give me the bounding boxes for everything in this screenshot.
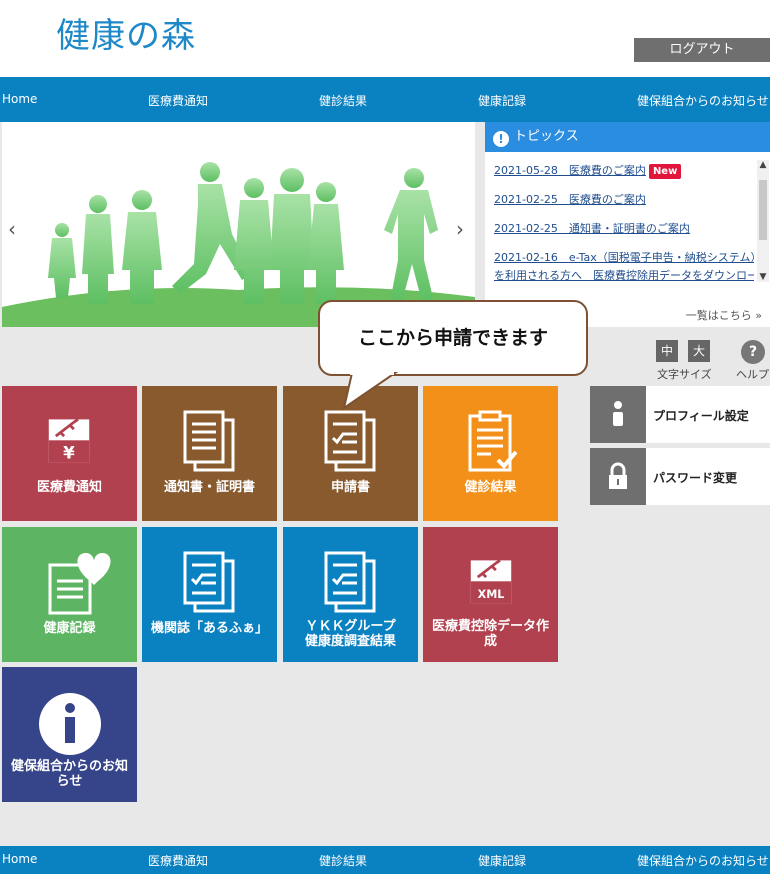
tile-label: 申請書 <box>330 480 370 495</box>
tile-kenpo-notices[interactable]: 健保組合からのお知 らせ <box>2 667 137 802</box>
xml-icon-text: XML <box>478 588 505 601</box>
carousel-prev-icon[interactable]: ‹ <box>8 217 16 241</box>
password-change-label: パスワード変更 <box>653 471 738 485</box>
footer-nav-health-record[interactable]: 健康記録 <box>478 852 526 869</box>
tile-deduction-data[interactable]: XML 医療費控除データ作 成 <box>423 527 558 662</box>
topics-list[interactable]: 2021-05-28 医療費のご案内 New 2021-02-25 医療費のご案内… <box>494 164 754 284</box>
tile-label: 機関誌「あるふぁ」 <box>150 621 268 636</box>
medical-yen-icon: ¥ <box>48 418 90 463</box>
survey-icon <box>324 551 376 613</box>
tile-label: ＹＫＫグループ <box>305 619 396 634</box>
family-silhouette-image <box>2 162 475 327</box>
magazine-icon <box>183 551 235 613</box>
footer-nav-home[interactable]: Home <box>2 852 37 866</box>
logout-button[interactable]: ログアウト <box>634 38 770 62</box>
profile-settings-button[interactable]: プロフィール設定 <box>590 386 770 443</box>
heart-record-icon <box>48 553 111 615</box>
header: 健康の森 ログアウト <box>0 0 770 77</box>
tile-medical-notice[interactable]: ¥ 医療費通知 <box>2 386 137 521</box>
topics-panel: ! トピックス 2021-05-28 医療費のご案内 New 2021-02-25 … <box>485 122 770 327</box>
clipboard-check-icon <box>468 410 518 472</box>
nav-health-record[interactable]: 健康記録 <box>478 92 526 109</box>
nav-medical-notice[interactable]: 医療費通知 <box>148 92 208 109</box>
profile-settings-label: プロフィール設定 <box>653 409 749 423</box>
topic-item-text[interactable]: 2021-02-16 e-Tax（国税電子申告・納税システム） <box>494 251 754 265</box>
help-label[interactable]: ヘルプ <box>736 366 769 382</box>
font-size-medium-button[interactable]: 中 <box>656 340 678 362</box>
info-icon <box>39 693 101 755</box>
tile-magazine[interactable]: 機関誌「あるふぁ」 <box>142 527 277 662</box>
tile-label: 健康記録 <box>43 621 96 636</box>
password-change-button[interactable]: パスワード変更 <box>590 448 770 505</box>
topic-item-text-line2[interactable]: を利用される方へ 医療費控除用データをダウンロード <box>494 269 754 283</box>
site-logo[interactable]: 健康の森 <box>56 8 196 57</box>
scroll-up-icon[interactable]: ▲ <box>757 160 769 170</box>
tile-health-record[interactable]: 健康記録 <box>2 527 137 662</box>
exclamation-icon: ! <box>493 131 509 147</box>
topics-header: ! トピックス <box>485 122 770 152</box>
hero-carousel[interactable]: ‹ › <box>2 122 475 327</box>
topics-scrollbar[interactable]: ▲ ▼ <box>757 160 769 282</box>
topics-title: トピックス <box>514 129 579 144</box>
new-badge: New <box>648 164 682 179</box>
font-size-label: 文字サイズ <box>657 368 712 381</box>
tile-checkup-results[interactable]: 健診結果 <box>423 386 558 521</box>
tile-label-line2: 成 <box>483 634 497 649</box>
topic-item[interactable]: 2021-02-25 通知書・証明書のご案内 <box>494 222 754 251</box>
topics-more-label[interactable]: 一覧はこちら <box>686 309 752 322</box>
global-nav: Home 医療費通知 健診結果 健康記録 健保組合からのお知らせ <box>0 77 770 122</box>
tile-notices-certificates[interactable]: 通知書・証明書 <box>142 386 277 521</box>
tile-label: 医療費控除データ作 <box>431 619 549 634</box>
topic-item-text[interactable]: 2021-02-25 医療費のご案内 <box>494 193 646 206</box>
tile-application[interactable]: 申請書 <box>283 386 418 521</box>
footer-nav-medical-notice[interactable]: 医療費通知 <box>148 852 208 869</box>
topic-item-text[interactable]: 2021-02-25 通知書・証明書のご案内 <box>494 222 690 235</box>
footer-nav-notices[interactable]: 健保組合からのお知らせ <box>637 852 769 869</box>
callout-text: ここから申請できます <box>357 327 548 349</box>
help-icon[interactable]: ? <box>741 340 765 364</box>
topic-item-text[interactable]: 2021-05-28 医療費のご案内 <box>494 164 646 177</box>
xml-file-icon: XML <box>470 559 512 604</box>
tile-label-line2: らせ <box>56 774 83 789</box>
font-size-large-button[interactable]: 大 <box>688 340 710 362</box>
nav-notices[interactable]: 健保組合からのお知らせ <box>637 92 769 109</box>
tile-label: 通知書・証明書 <box>163 480 255 495</box>
topic-item[interactable]: 2021-02-16 e-Tax（国税電子申告・納税システム） を利用される方へ … <box>494 251 754 283</box>
double-chevron-right-icon: » <box>755 309 762 322</box>
application-form-icon <box>324 410 376 472</box>
nav-home[interactable]: Home <box>2 92 37 106</box>
topics-more-link[interactable]: 一覧はこちら » <box>686 307 762 323</box>
footer-nav-checkup-results[interactable]: 健診結果 <box>319 852 367 869</box>
person-icon <box>590 386 646 443</box>
topic-item[interactable]: 2021-05-28 医療費のご案内 New <box>494 164 754 193</box>
callout-balloon: ここから申請できます <box>318 300 588 376</box>
nav-checkup-results[interactable]: 健診結果 <box>319 92 367 109</box>
svg-text:¥: ¥ <box>63 442 75 462</box>
tile-ykk-survey[interactable]: ＹＫＫグループ 健康度調査結果 <box>283 527 418 662</box>
scroll-down-icon[interactable]: ▼ <box>757 272 769 282</box>
footer-nav: Home 医療費通知 健診結果 健康記録 健保組合からのお知らせ <box>0 846 770 874</box>
tile-label: 医療費通知 <box>36 480 102 495</box>
lock-icon <box>590 448 646 505</box>
documents-icon <box>183 410 235 472</box>
tile-label: 健診結果 <box>464 480 517 495</box>
tile-label-line2: 健康度調査結果 <box>304 634 396 649</box>
carousel-next-icon[interactable]: › <box>456 217 464 241</box>
topic-item[interactable]: 2021-02-25 医療費のご案内 <box>494 193 754 222</box>
scroll-thumb[interactable] <box>759 180 767 240</box>
tile-label: 健保組合からのお知 <box>10 759 128 774</box>
